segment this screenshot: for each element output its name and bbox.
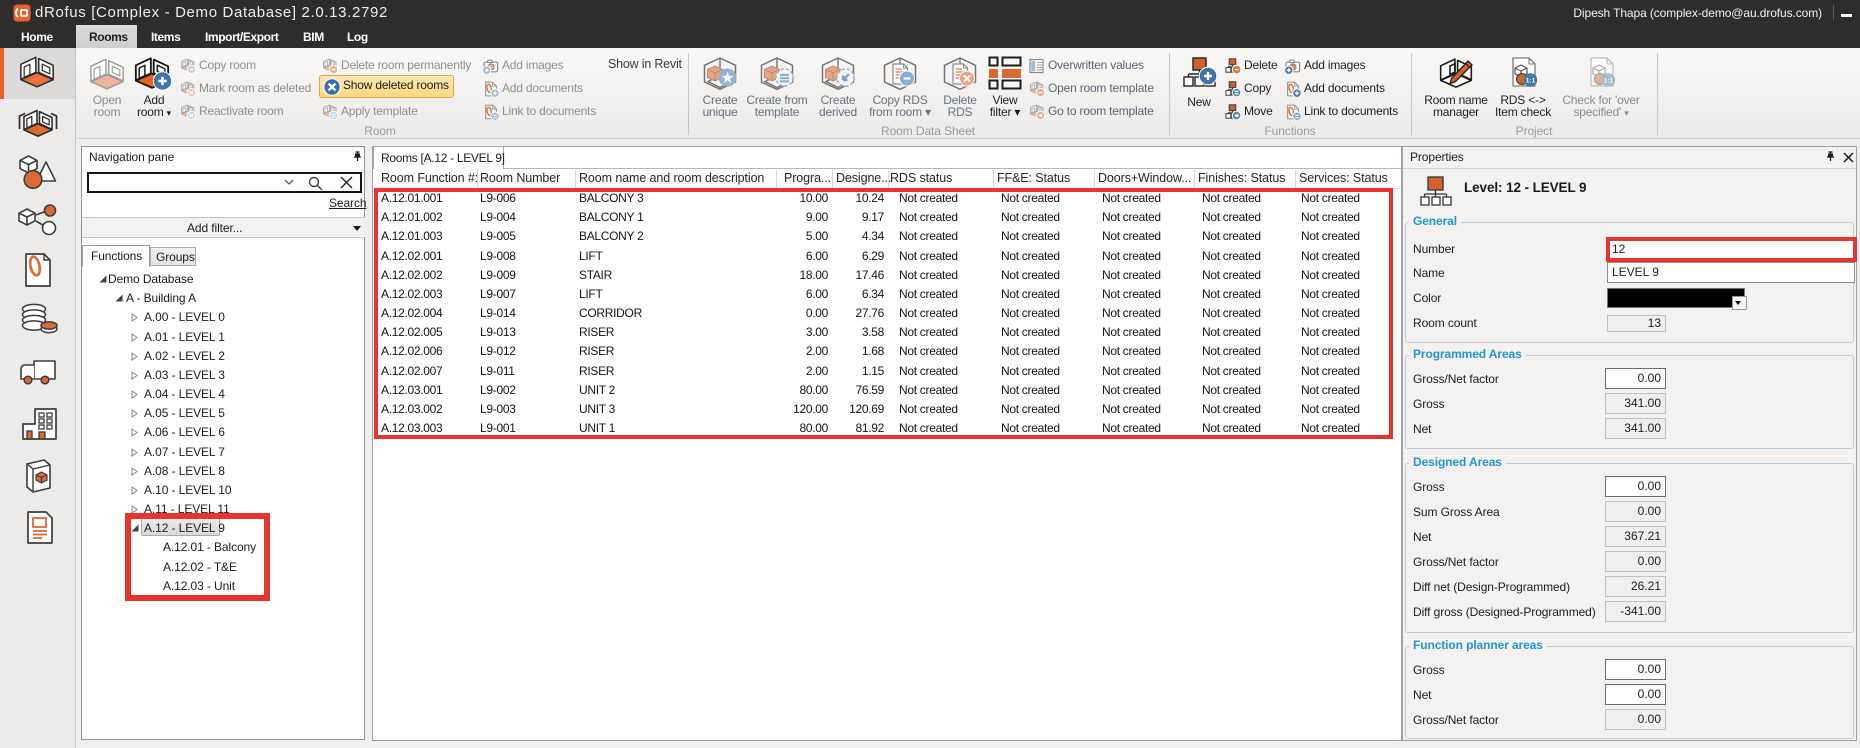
svg-text:1:1: 1:1 bbox=[1604, 78, 1614, 85]
svg-text:1:1: 1:1 bbox=[1526, 78, 1536, 85]
svg-text:★: ★ bbox=[720, 70, 734, 87]
